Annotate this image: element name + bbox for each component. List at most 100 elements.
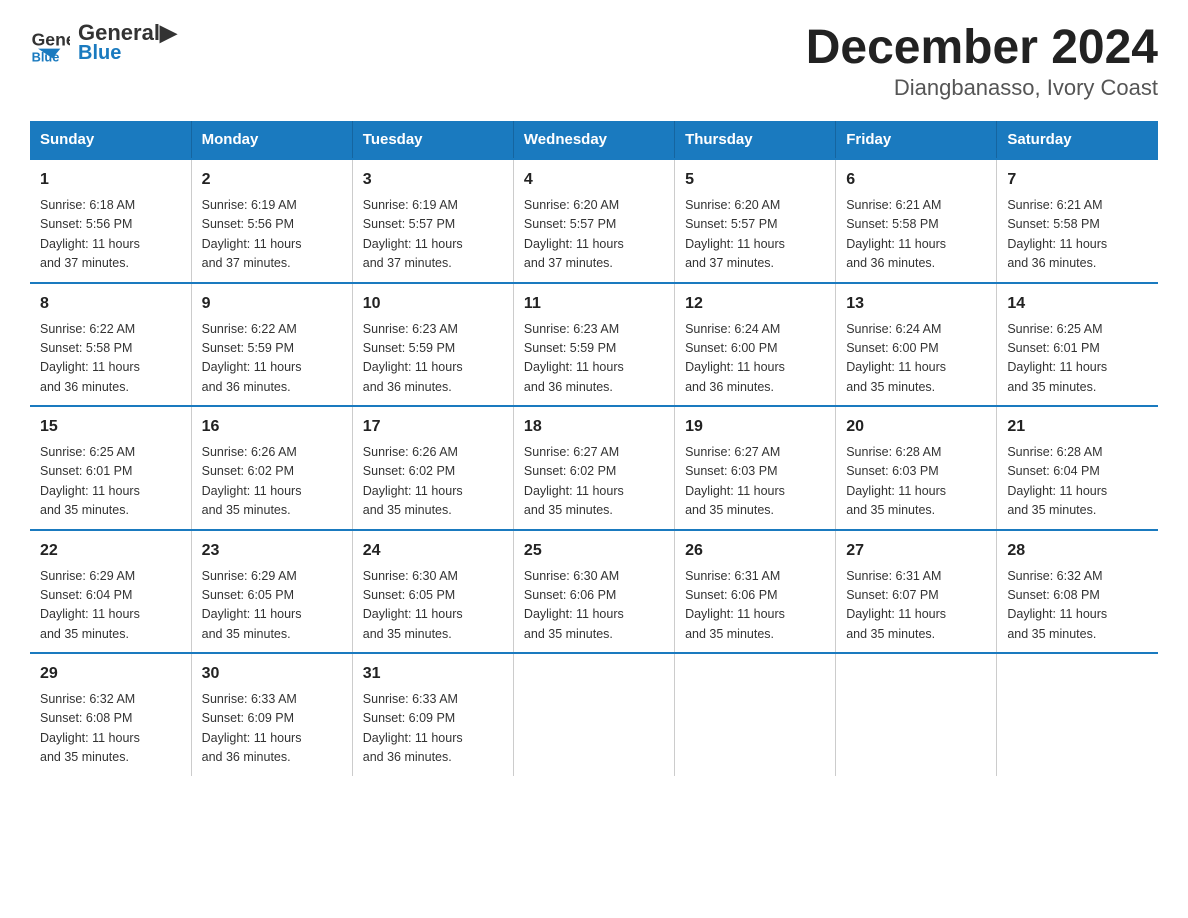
day-number: 4 bbox=[524, 168, 664, 192]
calendar-day: 21 Sunrise: 6:28 AM Sunset: 6:04 PM Dayli… bbox=[997, 406, 1158, 530]
calendar-day: 14Sunrise: 6:25 AM Sunset: 6:01 PM Dayli… bbox=[997, 283, 1158, 407]
day-info: Sunrise: 6:21 AM Sunset: 5:58 PM Dayligh… bbox=[846, 196, 986, 274]
calendar-day: 25Sunrise: 6:30 AM Sunset: 6:06 PM Dayli… bbox=[513, 530, 674, 654]
day-number: 27 bbox=[846, 539, 986, 563]
day-number: 5 bbox=[685, 168, 825, 192]
calendar-day: 1 Sunrise: 6:18 AM Sunset: 5:56 PM Daylig… bbox=[30, 159, 191, 283]
day-info: Sunrise: 6:21 AM Sunset: 5:58 PM Dayligh… bbox=[1007, 196, 1148, 274]
day-info: Sunrise: 6:27 AM Sunset: 6:02 PM Dayligh… bbox=[524, 443, 664, 521]
day-headers-row: Sunday Monday Tuesday Wednesday Thursday… bbox=[30, 121, 1158, 159]
calendar-day: 13 Sunrise: 6:24 AM Sunset: 6:00 PM Dayli… bbox=[836, 283, 997, 407]
day-number: 28 bbox=[1007, 539, 1148, 563]
day-number: 24 bbox=[363, 539, 503, 563]
calendar-subtitle: Diangbanasso, Ivory Coast bbox=[806, 75, 1158, 101]
calendar-day: 29 Sunrise: 6:32 AM Sunset: 6:08 PM Dayli… bbox=[30, 653, 191, 776]
calendar-day bbox=[997, 653, 1158, 776]
calendar-week-5: 29 Sunrise: 6:32 AM Sunset: 6:08 PM Dayli… bbox=[30, 653, 1158, 776]
calendar-day bbox=[513, 653, 674, 776]
day-info: Sunrise: 6:20 AM Sunset: 5:57 PM Dayligh… bbox=[685, 196, 825, 274]
day-number: 16 bbox=[202, 415, 342, 439]
calendar-day bbox=[675, 653, 836, 776]
day-info: Sunrise: 6:25 AM Sunset: 6:01 PM Dayligh… bbox=[40, 443, 181, 521]
header-wednesday: Wednesday bbox=[513, 121, 674, 159]
day-number: 3 bbox=[363, 168, 503, 192]
day-number: 26 bbox=[685, 539, 825, 563]
page-header: General Blue General▶ Blue December 2024… bbox=[30, 20, 1158, 101]
day-number: 22 bbox=[40, 539, 181, 563]
calendar-week-4: 22 Sunrise: 6:29 AM Sunset: 6:04 PM Dayli… bbox=[30, 530, 1158, 654]
day-number: 29 bbox=[40, 662, 181, 686]
day-number: 10 bbox=[363, 292, 503, 316]
calendar-day: 31 Sunrise: 6:33 AM Sunset: 6:09 PM Dayli… bbox=[352, 653, 513, 776]
day-info: Sunrise: 6:18 AM Sunset: 5:56 PM Dayligh… bbox=[40, 196, 181, 274]
day-number: 1 bbox=[40, 168, 181, 192]
calendar-day: 24 Sunrise: 6:30 AM Sunset: 6:05 PM Dayli… bbox=[352, 530, 513, 654]
day-info: Sunrise: 6:19 AM Sunset: 5:57 PM Dayligh… bbox=[363, 196, 503, 274]
day-number: 6 bbox=[846, 168, 986, 192]
day-info: Sunrise: 6:24 AM Sunset: 6:00 PM Dayligh… bbox=[846, 320, 986, 398]
day-info: Sunrise: 6:32 AM Sunset: 6:08 PM Dayligh… bbox=[40, 690, 181, 768]
header-friday: Friday bbox=[836, 121, 997, 159]
day-info: Sunrise: 6:26 AM Sunset: 6:02 PM Dayligh… bbox=[202, 443, 342, 521]
day-number: 15 bbox=[40, 415, 181, 439]
calendar-day: 26 Sunrise: 6:31 AM Sunset: 6:06 PM Dayli… bbox=[675, 530, 836, 654]
header-monday: Monday bbox=[191, 121, 352, 159]
day-number: 14 bbox=[1007, 292, 1148, 316]
calendar-day: 20Sunrise: 6:28 AM Sunset: 6:03 PM Dayli… bbox=[836, 406, 997, 530]
calendar-day: 2Sunrise: 6:19 AM Sunset: 5:56 PM Daylig… bbox=[191, 159, 352, 283]
header-saturday: Saturday bbox=[997, 121, 1158, 159]
calendar-day: 7 Sunrise: 6:21 AM Sunset: 5:58 PM Daylig… bbox=[997, 159, 1158, 283]
calendar-day: 10 Sunrise: 6:23 AM Sunset: 5:59 PM Dayli… bbox=[352, 283, 513, 407]
calendar-day: 16 Sunrise: 6:26 AM Sunset: 6:02 PM Dayli… bbox=[191, 406, 352, 530]
day-info: Sunrise: 6:31 AM Sunset: 6:07 PM Dayligh… bbox=[846, 567, 986, 645]
calendar-day: 6 Sunrise: 6:21 AM Sunset: 5:58 PM Daylig… bbox=[836, 159, 997, 283]
day-info: Sunrise: 6:19 AM Sunset: 5:56 PM Dayligh… bbox=[202, 196, 342, 274]
calendar-day: 3 Sunrise: 6:19 AM Sunset: 5:57 PM Daylig… bbox=[352, 159, 513, 283]
day-number: 17 bbox=[363, 415, 503, 439]
day-number: 7 bbox=[1007, 168, 1148, 192]
calendar-week-3: 15 Sunrise: 6:25 AM Sunset: 6:01 PM Dayli… bbox=[30, 406, 1158, 530]
day-info: Sunrise: 6:30 AM Sunset: 6:05 PM Dayligh… bbox=[363, 567, 503, 645]
day-number: 25 bbox=[524, 539, 664, 563]
day-info: Sunrise: 6:26 AM Sunset: 6:02 PM Dayligh… bbox=[363, 443, 503, 521]
day-number: 11 bbox=[524, 292, 664, 316]
day-info: Sunrise: 6:23 AM Sunset: 5:59 PM Dayligh… bbox=[363, 320, 503, 398]
calendar-day: 19Sunrise: 6:27 AM Sunset: 6:03 PM Dayli… bbox=[675, 406, 836, 530]
calendar-body: 1 Sunrise: 6:18 AM Sunset: 5:56 PM Daylig… bbox=[30, 159, 1158, 776]
calendar-day: 8 Sunrise: 6:22 AM Sunset: 5:58 PM Daylig… bbox=[30, 283, 191, 407]
title-block: December 2024 Diangbanasso, Ivory Coast bbox=[806, 20, 1158, 101]
day-number: 18 bbox=[524, 415, 664, 439]
calendar-day: 4Sunrise: 6:20 AM Sunset: 5:57 PM Daylig… bbox=[513, 159, 674, 283]
day-info: Sunrise: 6:22 AM Sunset: 5:58 PM Dayligh… bbox=[40, 320, 181, 398]
header-thursday: Thursday bbox=[675, 121, 836, 159]
day-number: 30 bbox=[202, 662, 342, 686]
day-info: Sunrise: 6:29 AM Sunset: 6:04 PM Dayligh… bbox=[40, 567, 181, 645]
calendar-week-2: 8 Sunrise: 6:22 AM Sunset: 5:58 PM Daylig… bbox=[30, 283, 1158, 407]
logo-icon: General Blue bbox=[30, 23, 70, 63]
day-number: 21 bbox=[1007, 415, 1148, 439]
calendar-title: December 2024 bbox=[806, 20, 1158, 75]
calendar-day: 23Sunrise: 6:29 AM Sunset: 6:05 PM Dayli… bbox=[191, 530, 352, 654]
day-info: Sunrise: 6:27 AM Sunset: 6:03 PM Dayligh… bbox=[685, 443, 825, 521]
calendar-day: 17 Sunrise: 6:26 AM Sunset: 6:02 PM Dayli… bbox=[352, 406, 513, 530]
calendar-week-1: 1 Sunrise: 6:18 AM Sunset: 5:56 PM Daylig… bbox=[30, 159, 1158, 283]
day-info: Sunrise: 6:23 AM Sunset: 5:59 PM Dayligh… bbox=[524, 320, 664, 398]
calendar-day: 9Sunrise: 6:22 AM Sunset: 5:59 PM Daylig… bbox=[191, 283, 352, 407]
calendar-day: 28Sunrise: 6:32 AM Sunset: 6:08 PM Dayli… bbox=[997, 530, 1158, 654]
calendar-day bbox=[836, 653, 997, 776]
day-info: Sunrise: 6:33 AM Sunset: 6:09 PM Dayligh… bbox=[202, 690, 342, 768]
day-number: 20 bbox=[846, 415, 986, 439]
calendar-day: 15 Sunrise: 6:25 AM Sunset: 6:01 PM Dayli… bbox=[30, 406, 191, 530]
day-info: Sunrise: 6:31 AM Sunset: 6:06 PM Dayligh… bbox=[685, 567, 825, 645]
day-number: 31 bbox=[363, 662, 503, 686]
header-sunday: Sunday bbox=[30, 121, 191, 159]
day-info: Sunrise: 6:24 AM Sunset: 6:00 PM Dayligh… bbox=[685, 320, 825, 398]
day-info: Sunrise: 6:28 AM Sunset: 6:04 PM Dayligh… bbox=[1007, 443, 1148, 521]
calendar-day: 18 Sunrise: 6:27 AM Sunset: 6:02 PM Dayli… bbox=[513, 406, 674, 530]
day-info: Sunrise: 6:33 AM Sunset: 6:09 PM Dayligh… bbox=[363, 690, 503, 768]
day-info: Sunrise: 6:22 AM Sunset: 5:59 PM Dayligh… bbox=[202, 320, 342, 398]
svg-text:General: General bbox=[32, 29, 70, 49]
day-number: 13 bbox=[846, 292, 986, 316]
header-tuesday: Tuesday bbox=[352, 121, 513, 159]
day-number: 8 bbox=[40, 292, 181, 316]
